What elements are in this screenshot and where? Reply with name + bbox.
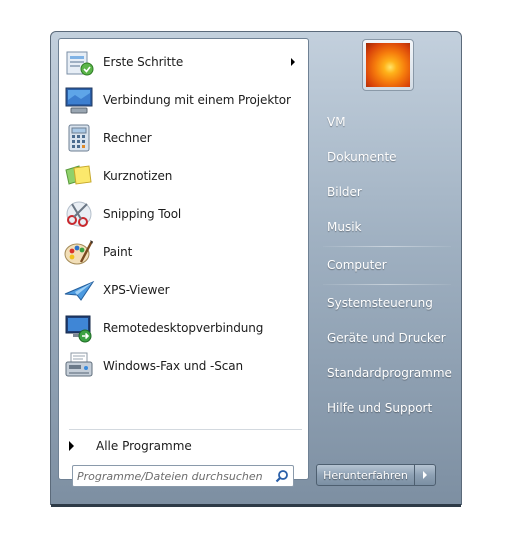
devices-printers-link[interactable]: Geräte und Drucker <box>321 325 453 351</box>
program-label: Paint <box>103 245 133 259</box>
remote-desktop-icon <box>63 312 95 344</box>
program-label: Remotedesktopverbindung <box>103 321 264 335</box>
program-item-fax-scan[interactable]: Windows-Fax und -Scan <box>63 348 303 384</box>
program-label: Erste Schritte <box>103 55 184 69</box>
search-icon[interactable] <box>275 469 289 483</box>
all-programs-label: Alle Programme <box>96 439 192 453</box>
shutdown-button-group: Herunterfahren <box>316 464 436 486</box>
music-link[interactable]: Musik <box>321 214 453 240</box>
user-picture-button[interactable] <box>362 39 414 91</box>
program-label: Snipping Tool <box>103 207 182 221</box>
control-panel-link[interactable]: Systemsteuerung <box>321 290 453 316</box>
calculator-icon <box>63 122 95 154</box>
user-folder-link[interactable]: VM <box>321 109 453 135</box>
program-label: Verbindung mit einem Projektor <box>103 93 291 107</box>
program-label: Windows-Fax und -Scan <box>103 359 244 373</box>
program-item-calculator[interactable]: Rechner <box>63 120 303 156</box>
search-input[interactable] <box>77 466 271 486</box>
shutdown-options-button[interactable] <box>415 465 435 485</box>
default-programs-link[interactable]: Standardprogramme <box>321 360 453 386</box>
program-label: XPS-Viewer <box>103 283 170 297</box>
computer-link[interactable]: Computer <box>321 252 453 278</box>
start-menu: Erste Schritte Verbindung mit einem Proj… <box>50 31 462 507</box>
scissors-icon <box>63 198 95 230</box>
help-support-link[interactable]: Hilfe und Support <box>321 395 453 421</box>
shutdown-button[interactable]: Herunterfahren <box>317 465 415 485</box>
submenu-arrow-icon <box>291 58 295 66</box>
program-item-getting-started[interactable]: Erste Schritte <box>63 44 303 80</box>
program-item-projector[interactable]: Verbindung mit einem Projektor <box>63 82 303 118</box>
program-item-sticky-notes[interactable]: Kurznotizen <box>63 158 303 194</box>
right-pane-separator <box>323 246 451 247</box>
flower-user-picture-icon <box>366 43 410 87</box>
right-pane-separator <box>323 284 451 285</box>
paint-palette-icon <box>63 236 95 268</box>
shutdown-arrow-icon <box>423 471 427 479</box>
getting-started-icon <box>63 46 95 78</box>
program-item-remote-desktop[interactable]: Remotedesktopverbindung <box>63 310 303 346</box>
sticky-notes-icon <box>63 160 95 192</box>
xps-viewer-icon <box>63 274 95 306</box>
program-item-paint[interactable]: Paint <box>63 234 303 270</box>
program-label: Kurznotizen <box>103 169 173 183</box>
all-programs-button[interactable]: Alle Programme <box>63 434 303 458</box>
expand-arrow-icon <box>69 441 74 451</box>
program-item-xps-viewer[interactable]: XPS-Viewer <box>63 272 303 308</box>
programs-pane: Erste Schritte Verbindung mit einem Proj… <box>58 38 309 480</box>
program-label: Rechner <box>103 131 152 145</box>
fax-scanner-icon <box>63 350 95 382</box>
all-programs-separator <box>69 429 302 430</box>
program-item-snipping-tool[interactable]: Snipping Tool <box>63 196 303 232</box>
projector-icon <box>63 84 95 116</box>
search-box[interactable] <box>72 465 294 487</box>
pictures-link[interactable]: Bilder <box>321 179 453 205</box>
documents-link[interactable]: Dokumente <box>321 144 453 170</box>
